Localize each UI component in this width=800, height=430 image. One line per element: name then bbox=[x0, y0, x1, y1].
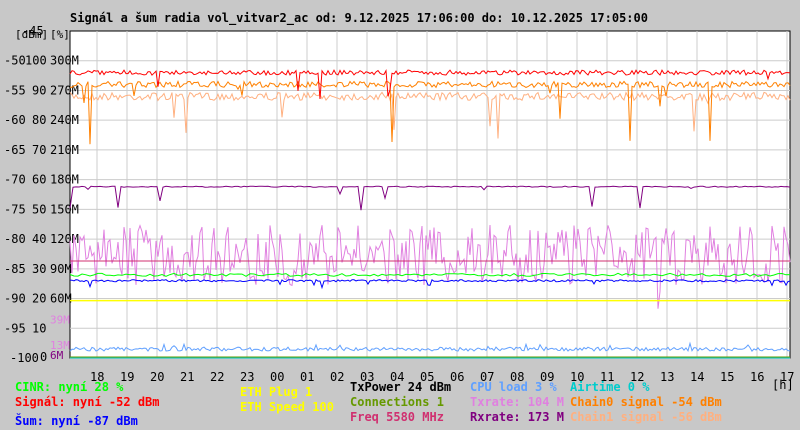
y-tick-pct: 90 bbox=[32, 83, 46, 97]
x-axis-label: [h] bbox=[772, 378, 794, 392]
y-tick-dbm: -55 bbox=[4, 83, 26, 97]
x-tick-label: 14 bbox=[690, 370, 704, 384]
x-tick-label: 16 bbox=[750, 370, 764, 384]
y-tick-rate: 90M bbox=[50, 262, 72, 276]
y-extra-label: 6M bbox=[50, 349, 64, 362]
y-extra-label: 39M bbox=[50, 313, 70, 326]
x-tick-label: 06 bbox=[450, 370, 464, 384]
y-tick-rate: 210M bbox=[50, 143, 79, 157]
legend-chain1: Chain1 signal -56 dBm bbox=[570, 410, 722, 424]
y-tick-dbm: -65 bbox=[4, 143, 26, 157]
legend-txrate: Txrate: 104 M bbox=[470, 395, 564, 409]
x-tick-label: 20 bbox=[150, 370, 164, 384]
legend-signal: Signál: nyní -52 dBm bbox=[15, 395, 160, 409]
y-tick-pct: 30 bbox=[32, 262, 46, 276]
plot-area bbox=[69, 30, 791, 359]
legend-cinr: CINR: nyní 28 % bbox=[15, 380, 124, 394]
y-tick-dbm: -70 bbox=[4, 173, 26, 187]
y-unit-pct: [%] bbox=[50, 28, 70, 41]
y-tick-pct: 40 bbox=[32, 232, 46, 246]
y-tick-dbm: -90 bbox=[4, 292, 26, 306]
y-tick-dbm: -85 bbox=[4, 262, 26, 276]
legend-freq: Freq 5580 MHz bbox=[350, 410, 444, 424]
legend-airtime: Airtime 0 % bbox=[570, 380, 650, 394]
y-tick-pct: 80 bbox=[32, 113, 46, 127]
y-tick-dbm: -50 bbox=[4, 54, 26, 68]
y-tick-rate: 150M bbox=[50, 202, 79, 216]
x-tick-label: 13 bbox=[660, 370, 674, 384]
x-tick-label: 02 bbox=[330, 370, 344, 384]
y-tick-rate: 60M bbox=[50, 292, 72, 306]
y-tick-pct: 70 bbox=[32, 143, 46, 157]
legend-eth-plug: ETH Plug 1 bbox=[240, 385, 313, 399]
y-tick-pct: 20 bbox=[32, 292, 46, 306]
y-tick-rate: 300M bbox=[50, 54, 79, 68]
x-tick-label: 01 bbox=[300, 370, 314, 384]
y-unit-dbm: [dBm] bbox=[15, 28, 49, 41]
y-tick-pct: 10 bbox=[32, 321, 46, 335]
y-tick-pct: 0 bbox=[40, 350, 47, 364]
y-tick-dbm: -75 bbox=[4, 202, 26, 216]
legend-eth-speed: ETH Speed 100 bbox=[240, 400, 334, 414]
legend-connections: Connections 1 bbox=[350, 395, 444, 409]
legend-cpu: CPU load 3 % bbox=[470, 380, 557, 394]
x-tick-label: 23 bbox=[240, 370, 254, 384]
y-tick-dbm: -100 bbox=[10, 351, 39, 365]
y-tick-pct: 100 bbox=[25, 54, 47, 68]
x-tick-label: 22 bbox=[210, 370, 224, 384]
y-tick-rate: 180M bbox=[50, 173, 79, 187]
chart-root: -45 -50 -55 -60 -65 -70 -75 -80 -85 -90 -95 -100 100… bbox=[0, 0, 800, 430]
x-tick-label: 21 bbox=[180, 370, 194, 384]
y-tick-rate: 240M bbox=[50, 113, 79, 127]
legend-noise: Šum: nyní -87 dBm bbox=[15, 414, 138, 428]
chart-title: Signál a šum radia vol_vitvar2_ac od: 9.… bbox=[70, 11, 648, 25]
legend-txpower: TxPower 24 dBm bbox=[350, 380, 452, 394]
legend-rxrate: Rxrate: 173 M bbox=[470, 410, 564, 424]
x-tick-label: 15 bbox=[720, 370, 734, 384]
y-tick-pct: 60 bbox=[32, 173, 46, 187]
legend-chain0: Chain0 signal -54 dBm bbox=[570, 395, 722, 409]
y-tick-dbm: -95 bbox=[4, 321, 26, 335]
x-tick-label: 00 bbox=[270, 370, 284, 384]
chart-svg: -45-50-55-60-65-70-75-80-85-90-95-100100… bbox=[4, 24, 794, 384]
y-tick-dbm: -80 bbox=[4, 232, 26, 246]
y-tick-pct: 50 bbox=[32, 202, 46, 216]
y-tick-dbm: -60 bbox=[4, 113, 26, 127]
